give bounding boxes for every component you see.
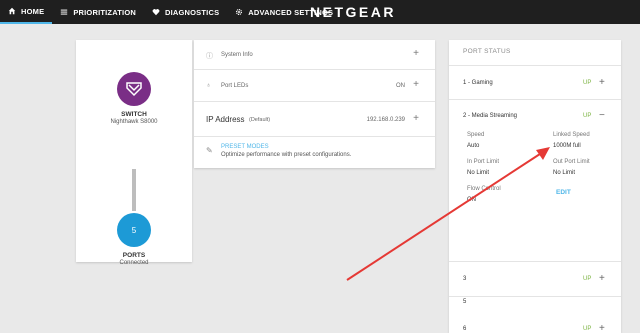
port-row-2[interactable]: 2 - Media Streaming UP − bbox=[449, 100, 621, 262]
flow-control-value: ON bbox=[467, 197, 476, 203]
port-row-3[interactable]: 3 UP + bbox=[449, 262, 621, 297]
ip-address-label: IP Address bbox=[206, 115, 245, 124]
switch-avatar[interactable] bbox=[117, 72, 151, 106]
port-name: 3 bbox=[463, 276, 467, 282]
system-info-expand-button[interactable]: + bbox=[413, 49, 419, 59]
collapse-icon[interactable]: − bbox=[599, 111, 605, 121]
port-status-badge: UP bbox=[583, 80, 592, 86]
expand-icon[interactable]: + bbox=[599, 324, 605, 333]
port-name: 5 bbox=[463, 299, 467, 305]
settings-card: ⓘ System Info + ♁ Port LEDs + ON + IP Ad… bbox=[194, 40, 435, 168]
expand-icon[interactable]: + bbox=[599, 78, 605, 88]
flow-control-label: Flow Control bbox=[467, 186, 501, 192]
nav-home-label: HOME bbox=[21, 6, 45, 16]
port-name: 6 bbox=[463, 326, 467, 332]
switch-title: SWITCH bbox=[121, 111, 147, 118]
port-leds-label: Port LEDs bbox=[221, 83, 249, 89]
top-nav: HOME PRIORITIZATION DIAGNOSTICS ADVANCED… bbox=[0, 0, 640, 24]
ip-address-value: 192.168.0.239 bbox=[366, 117, 405, 123]
nav-prioritization[interactable]: PRIORITIZATION bbox=[52, 0, 144, 24]
port-leds-expand-button[interactable]: + bbox=[413, 80, 419, 90]
ip-address-default: (Default) bbox=[249, 117, 271, 123]
linked-speed-value: 1000M full bbox=[553, 143, 581, 149]
system-info-label: System Info bbox=[221, 52, 253, 58]
speed-label: Speed bbox=[467, 132, 485, 138]
expand-icon[interactable]: + bbox=[599, 274, 605, 284]
port-status-badge: UP bbox=[583, 326, 592, 332]
bulb-icon: ♁ bbox=[206, 82, 212, 89]
out-port-limit-label: Out Port Limit bbox=[553, 159, 590, 165]
speed-value: Auto bbox=[467, 143, 480, 149]
out-port-limit-value: No Limit bbox=[553, 170, 576, 176]
ports-count-circle[interactable]: 5 bbox=[117, 213, 151, 247]
device-card: SWITCH Nighthawk S8000 5 PORTS Connected bbox=[76, 40, 192, 266]
nav-diagnostics-label: DIAGNOSTICS bbox=[164, 7, 220, 17]
menu-icon bbox=[60, 8, 68, 16]
system-info-row[interactable]: ⓘ System Info + bbox=[194, 40, 435, 70]
ip-address-expand-button[interactable]: + bbox=[413, 114, 419, 124]
switch-logo-icon bbox=[126, 82, 142, 97]
port-leds-value: ON bbox=[396, 83, 405, 89]
in-port-limit-label: In Port Limit bbox=[467, 159, 500, 165]
port-status-title: PORT STATUS bbox=[463, 48, 511, 55]
gear-icon bbox=[235, 8, 243, 16]
edit-port-button[interactable]: EDIT bbox=[556, 189, 571, 196]
nav-prioritization-label: PRIORITIZATION bbox=[73, 7, 136, 17]
wrench-icon: ✎ bbox=[206, 146, 213, 155]
nav-diagnostics[interactable]: DIAGNOSTICS bbox=[144, 0, 227, 24]
in-port-limit-value: No Limit bbox=[467, 170, 490, 176]
nav-home[interactable]: HOME bbox=[0, 0, 53, 24]
port-name: 2 - Media Streaming bbox=[463, 113, 518, 119]
port-status-badge: UP bbox=[583, 276, 592, 282]
switch-model: Nighthawk S8000 bbox=[110, 119, 158, 125]
preset-modes-description: Optimize performance with preset configu… bbox=[221, 152, 352, 158]
heart-icon bbox=[152, 8, 160, 16]
info-icon: ⓘ bbox=[206, 53, 213, 60]
netgear-logo: NETGEAR bbox=[310, 4, 396, 20]
ports-status: Connected bbox=[119, 260, 149, 266]
ports-title: PORTS bbox=[122, 252, 146, 259]
connector-line bbox=[132, 169, 136, 211]
home-icon bbox=[8, 7, 16, 15]
port-status-badge: UP bbox=[583, 113, 592, 119]
linked-speed-label: Linked Speed bbox=[553, 132, 590, 138]
port-status-header: PORT STATUS bbox=[449, 40, 621, 66]
port-row-6[interactable]: 6 UP + bbox=[449, 324, 621, 333]
port-row-1[interactable]: 1 - Gaming UP + bbox=[449, 66, 621, 100]
preset-modes-link[interactable]: PRESET MODES bbox=[221, 144, 269, 150]
port-name: 1 - Gaming bbox=[463, 80, 493, 86]
